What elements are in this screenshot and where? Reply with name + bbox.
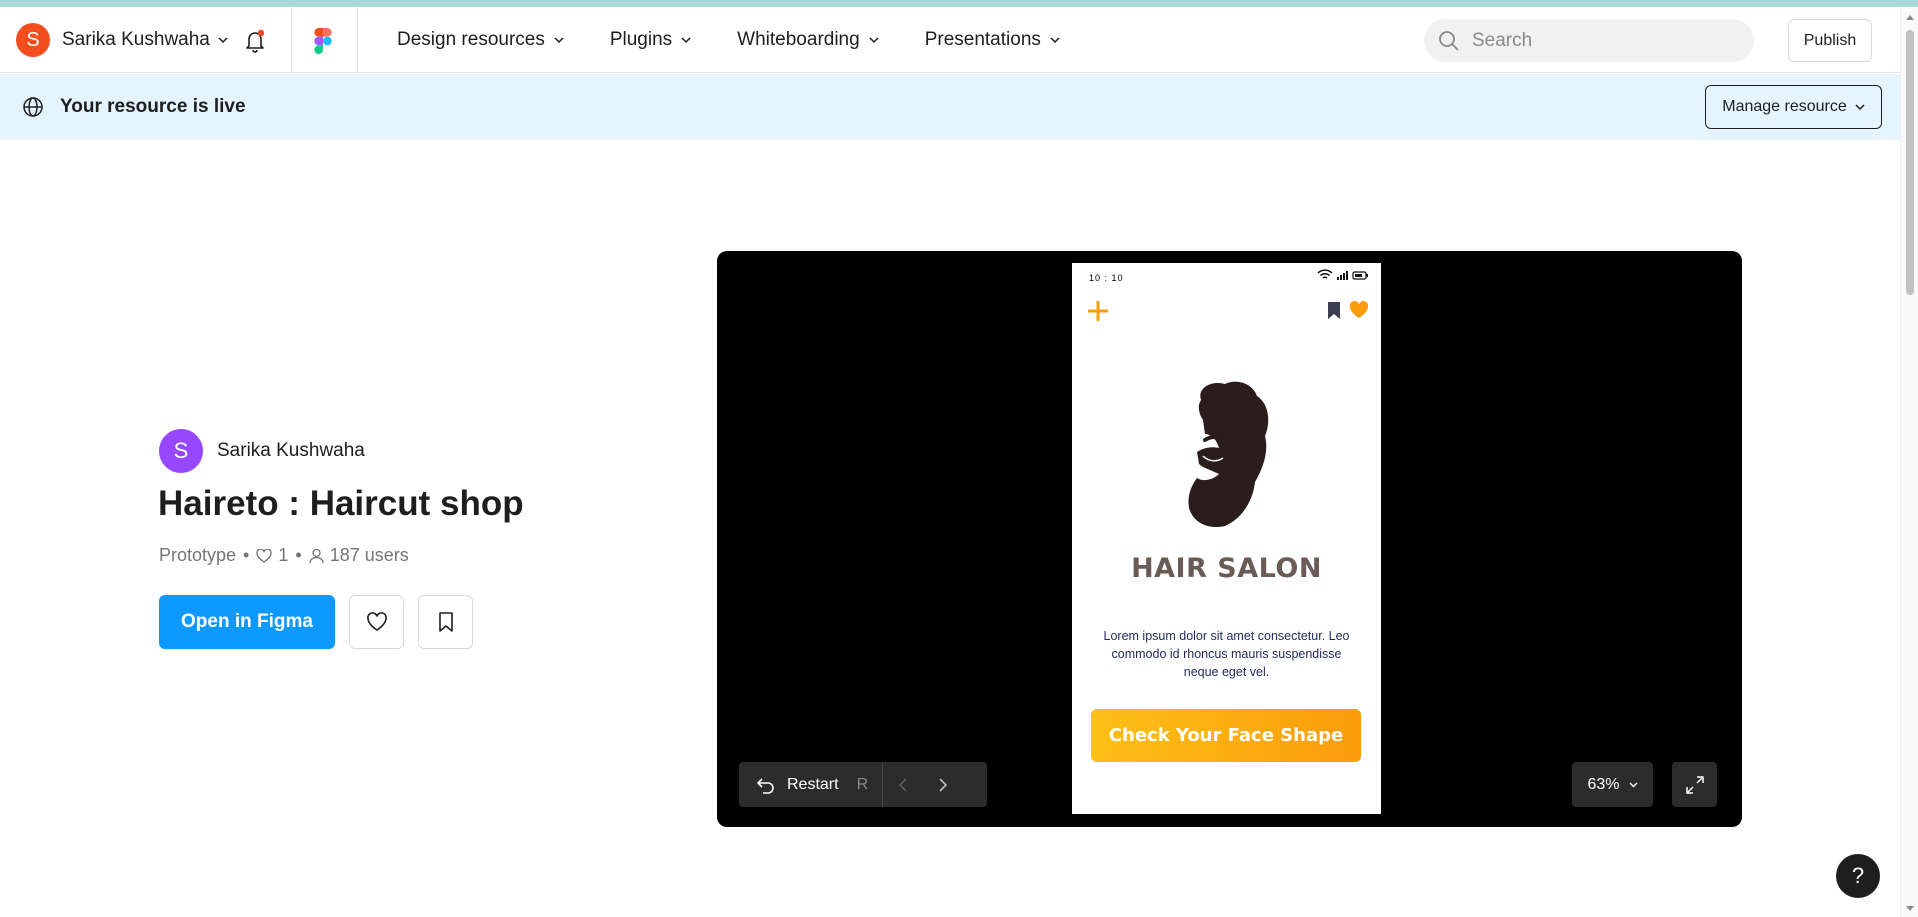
main-nav: Design resources Plugins Whiteboarding P… — [397, 7, 1106, 73]
author-name: Sarika Kushwaha — [217, 440, 365, 461]
chevron-down-icon — [554, 36, 564, 43]
previous-frame-button[interactable] — [883, 762, 923, 807]
restart-icon — [756, 777, 774, 794]
app-description: Lorem ipsum dolor sit amet consectetur. … — [1103, 629, 1350, 679]
chevron-down-icon — [681, 36, 691, 43]
like-button[interactable] — [349, 595, 404, 649]
resource-title: Haireto : Haircut shop — [158, 484, 524, 523]
header-divider — [357, 7, 358, 73]
user-name: Sarika Kushwaha — [62, 29, 210, 50]
author-link[interactable]: S Sarika Kushwaha — [159, 429, 365, 473]
check-face-shape-button[interactable]: Check Your Face Shape — [1091, 709, 1361, 762]
globe-icon — [23, 97, 43, 117]
nav-presentations[interactable]: Presentations — [925, 29, 1060, 51]
save-button[interactable] — [418, 595, 473, 649]
browser-top-stripe — [0, 0, 1918, 7]
chevron-right-icon — [939, 777, 948, 792]
zoom-dropdown[interactable]: 63% — [1572, 762, 1653, 807]
scroll-down-arrow-icon[interactable] — [1905, 905, 1915, 913]
resource-meta: Prototype • 1 • 187 users — [159, 545, 409, 566]
meta-separator: • — [243, 545, 250, 565]
restart-button[interactable]: Restart R — [739, 762, 884, 807]
search-input[interactable] — [1472, 29, 1732, 52]
help-button[interactable]: ? — [1836, 854, 1880, 898]
user-avatar: S — [16, 23, 50, 57]
heart-icon — [366, 612, 387, 631]
resource-live-banner: Your resource is live Manage resource — [0, 74, 1900, 140]
nav-whiteboarding[interactable]: Whiteboarding — [737, 29, 879, 51]
chevron-down-icon — [218, 36, 228, 43]
page-scrollbar[interactable] — [1900, 7, 1918, 917]
next-frame-button[interactable] — [923, 762, 963, 807]
prototype-viewer[interactable]: 10 : 10 HAIR SALON Lorem ipsum dolor sit… — [717, 251, 1742, 827]
figma-logo-icon[interactable] — [314, 28, 332, 54]
scroll-thumb[interactable] — [1906, 30, 1914, 295]
restart-label: Restart — [787, 775, 839, 793]
bookmark-filled-icon[interactable] — [1327, 301, 1341, 320]
open-in-figma-button[interactable]: Open in Figma — [159, 595, 335, 649]
chevron-down-icon — [1629, 782, 1638, 787]
nav-plugins[interactable]: Plugins — [610, 29, 691, 51]
header-divider — [291, 7, 292, 73]
like-count: 1 — [278, 545, 289, 565]
heart-filled-icon[interactable] — [1349, 301, 1369, 319]
chevron-down-icon — [869, 36, 879, 43]
prototype-controls: Restart R — [739, 762, 987, 807]
user-menu[interactable]: S Sarika Kushwaha — [16, 23, 228, 57]
plus-icon[interactable] — [1088, 301, 1108, 321]
fullscreen-button[interactable] — [1672, 762, 1717, 807]
search-icon — [1439, 30, 1459, 51]
zoom-level: 63% — [1587, 775, 1620, 793]
chevron-down-icon — [1050, 36, 1060, 43]
user-icon — [309, 548, 324, 563]
app-title: HAIR SALON — [1131, 553, 1322, 584]
publish-button[interactable]: Publish — [1788, 19, 1872, 62]
restart-shortcut: R — [856, 775, 869, 793]
meta-separator: • — [295, 545, 302, 565]
chevron-down-icon — [1855, 103, 1865, 110]
status-icons — [1317, 269, 1368, 280]
nav-design-resources[interactable]: Design resources — [397, 29, 564, 51]
manage-resource-button[interactable]: Manage resource — [1705, 85, 1882, 129]
top-navigation-bar: S Sarika Kushwaha Design resources Plugi… — [0, 7, 1900, 73]
prototype-frame[interactable]: 10 : 10 HAIR SALON Lorem ipsum dolor sit… — [1072, 263, 1381, 814]
bearded-man-logo-icon — [1188, 381, 1269, 528]
notification-bell-icon[interactable] — [244, 29, 266, 53]
resource-type: Prototype — [159, 545, 237, 565]
expand-icon — [1685, 775, 1704, 794]
author-avatar: S — [159, 429, 203, 473]
banner-message: Your resource is live — [60, 96, 246, 117]
heart-outline-icon — [256, 548, 273, 563]
status-time: 10 : 10 — [1089, 273, 1124, 283]
bookmark-icon — [438, 612, 453, 632]
search-box[interactable] — [1424, 19, 1754, 62]
scroll-up-arrow-icon[interactable] — [1905, 13, 1915, 21]
chevron-left-icon — [899, 777, 907, 792]
user-count: 187 users — [329, 545, 409, 565]
